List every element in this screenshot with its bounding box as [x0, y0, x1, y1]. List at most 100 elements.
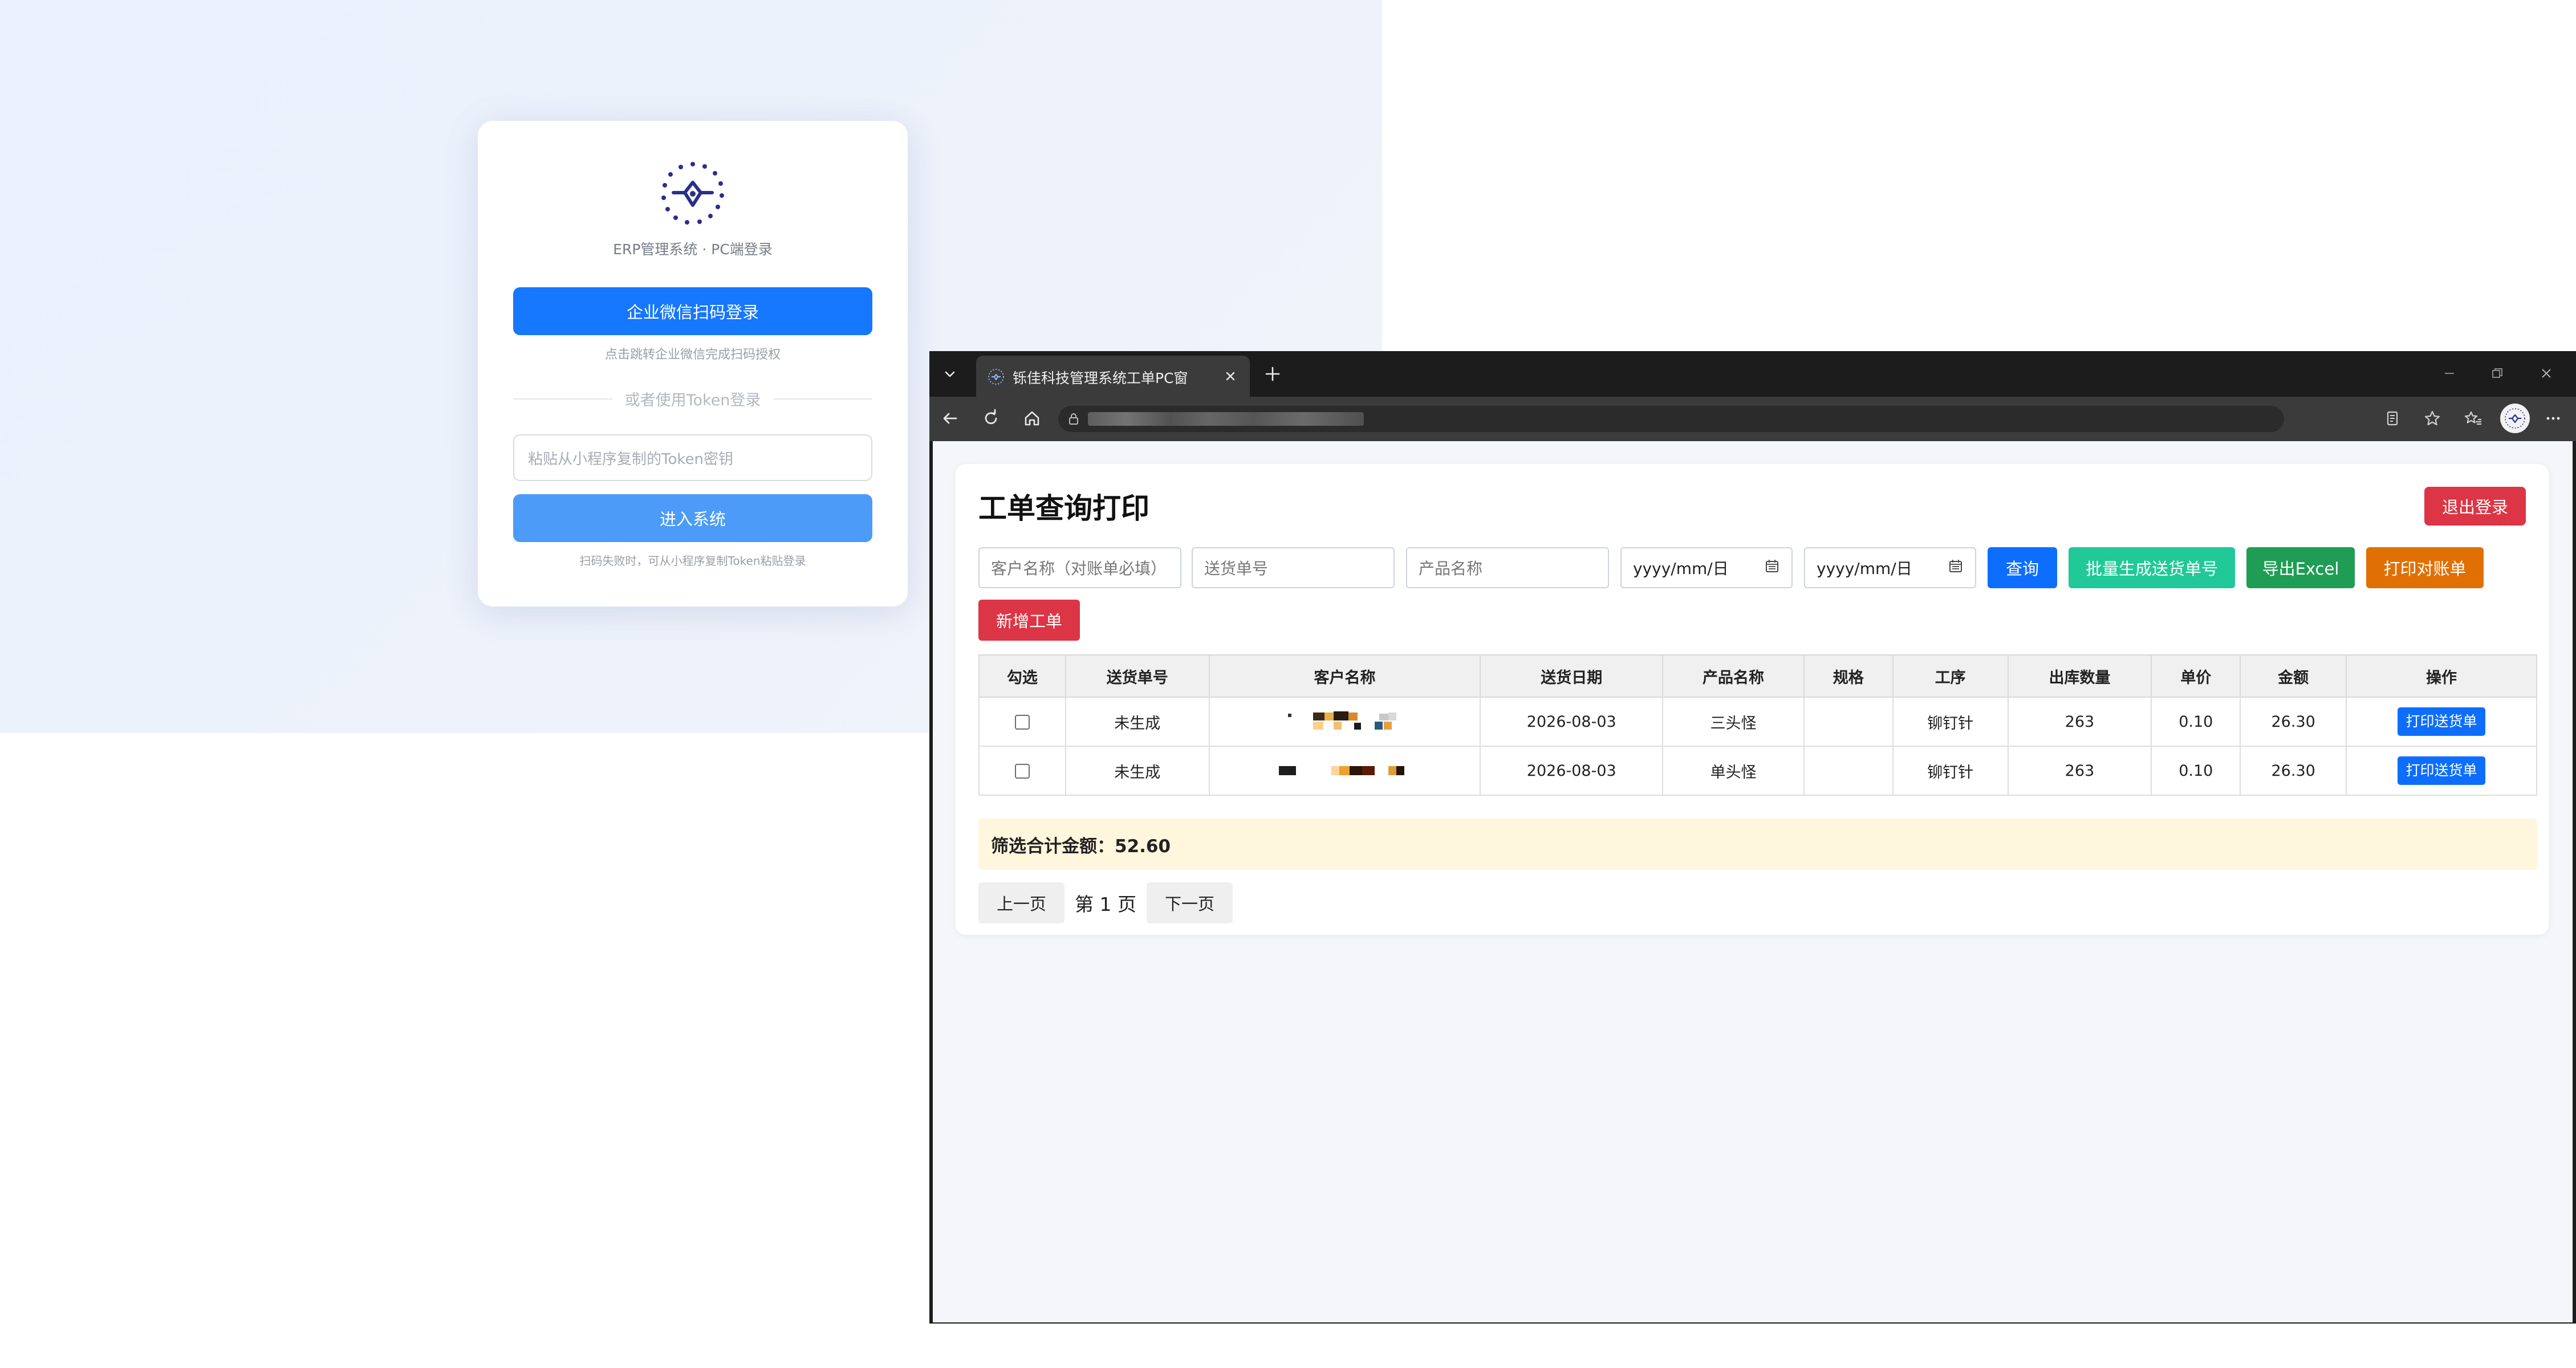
- date-from-value: yyyy/mm/日: [1633, 559, 1729, 578]
- table-header-row: 勾选 送货单号 客户名称 送货日期 产品名称 规格 工序 出库数量 单价 金额 …: [978, 654, 2537, 698]
- minimize-icon[interactable]: [2432, 359, 2467, 388]
- print-delivery-button[interactable]: 打印送货单: [2398, 756, 2486, 785]
- print-delivery-button[interactable]: 打印送货单: [2398, 707, 2486, 736]
- action-cell: 打印送货单: [2346, 746, 2537, 796]
- customer-name-redacted: [1277, 759, 1413, 782]
- browser-tab[interactable]: 铄佳科技管理系统工单PC窗: [976, 356, 1250, 397]
- login-subtitle: ERP管理系统 · PC端登录: [613, 241, 773, 258]
- more-icon[interactable]: [2538, 404, 2568, 433]
- home-icon[interactable]: [1017, 404, 1047, 433]
- lock-icon[interactable]: [1066, 412, 1081, 426]
- chevron-down-icon[interactable]: [935, 359, 965, 389]
- date-to-value: yyyy/mm/日: [1817, 559, 1912, 578]
- login-divider: 或者使用Token登录: [513, 388, 873, 410]
- product-name-cell: 单头怪: [1662, 746, 1805, 796]
- quantity-cell: 263: [2007, 746, 2152, 796]
- pagination: 上一页 第 1 页 下一页: [978, 882, 1233, 923]
- calendar-icon[interactable]: [1948, 558, 1964, 578]
- browser-window: 铄佳科技管理系统工单PC窗 工单查询打印 退出登录 客户名称（对账单必填） 送货…: [929, 351, 2576, 1324]
- delivery-no-cell: 未生成: [1064, 697, 1210, 747]
- address-url-redacted: [1088, 412, 1364, 426]
- filtered-total-amount: 筛选合计金额：52.60: [978, 819, 2537, 870]
- divider-line-right: [773, 398, 873, 400]
- delivery-date-cell: 2026-08-03: [1480, 697, 1664, 747]
- column-header: 工序: [1892, 654, 2009, 698]
- star-icon[interactable]: [2417, 404, 2447, 433]
- tab-title: 铄佳科技管理系统工单PC窗: [1013, 370, 1188, 386]
- close-icon[interactable]: [1220, 366, 1241, 386]
- wecom-hint: 点击跳转企业微信完成扫码授权: [604, 348, 781, 362]
- token-input[interactable]: 粘贴从小程序复制的Token密钥: [513, 434, 872, 481]
- customer-name-redacted: [1277, 710, 1413, 733]
- page-title: 工单查询打印: [978, 492, 1149, 525]
- row-checkbox[interactable]: [1014, 764, 1030, 779]
- wecom-scan-login-button[interactable]: 企业微信扫码登录: [513, 287, 872, 335]
- quantity-cell: 263: [2007, 697, 2152, 747]
- table-row: 未生成: [978, 697, 2537, 747]
- tab-bar: 铄佳科技管理系统工单PC窗: [929, 351, 2576, 397]
- window-close-icon[interactable]: [2529, 359, 2563, 388]
- column-header: 操作: [2346, 654, 2537, 698]
- favorites-icon[interactable]: [2459, 404, 2488, 433]
- amount-cell: 26.30: [2240, 746, 2347, 796]
- divider-line-left: [513, 398, 612, 400]
- login-card: ERP管理系统 · PC端登录 企业微信扫码登录 点击跳转企业微信完成扫码授权 …: [478, 121, 908, 606]
- profile-avatar[interactable]: [2500, 404, 2530, 433]
- print-statement-button[interactable]: 打印对账单: [2366, 547, 2484, 588]
- delivery-number-input[interactable]: 送货单号: [1192, 547, 1395, 588]
- reload-icon[interactable]: [976, 404, 1006, 433]
- address-bar[interactable]: [1058, 406, 2284, 432]
- tab-favicon-icon: [988, 368, 1005, 385]
- reading-mode-icon[interactable]: [2378, 404, 2407, 433]
- action-cell: 打印送货单: [2346, 697, 2537, 747]
- calendar-icon[interactable]: [1764, 558, 1780, 578]
- select-cell: [978, 697, 1066, 747]
- product-name-cell: 三头怪: [1662, 697, 1805, 747]
- column-header: 产品名称: [1662, 654, 1805, 698]
- amount-cell: 26.30: [2240, 697, 2347, 747]
- new-order-button[interactable]: 新增工单: [978, 600, 1080, 641]
- product-name-input[interactable]: 产品名称: [1406, 547, 1609, 588]
- plus-icon[interactable]: [1260, 361, 1285, 386]
- current-page-label: 第 1 页: [1075, 893, 1136, 915]
- date-to-input[interactable]: yyyy/mm/日: [1804, 547, 1976, 588]
- spec-cell: [1803, 746, 1894, 796]
- select-cell: [978, 746, 1066, 796]
- orders-table: 勾选 送货单号 客户名称 送货日期 产品名称 规格 工序 出库数量 单价 金额 …: [978, 654, 2537, 796]
- query-button[interactable]: 查询: [1988, 547, 2057, 588]
- batch-generate-delivery-button[interactable]: 批量生成送货单号: [2069, 547, 2235, 588]
- delivery-no-cell: 未生成: [1064, 746, 1210, 796]
- spec-cell: [1803, 697, 1894, 747]
- column-header: 送货单号: [1064, 654, 1210, 698]
- prev-page-button[interactable]: 上一页: [978, 882, 1065, 923]
- unit-price-cell: 0.10: [2151, 697, 2241, 747]
- page-viewport: 工单查询打印 退出登录 客户名称（对账单必填） 送货单号 产品名称 yyyy/m…: [933, 441, 2573, 1322]
- customer-name-input[interactable]: 客户名称（对账单必填）: [978, 547, 1181, 588]
- process-cell: 铆钉针: [1892, 697, 2009, 747]
- customer-cell: [1208, 746, 1481, 796]
- table-row: 未生成: [978, 746, 2537, 796]
- column-header: 勾选: [978, 654, 1066, 698]
- column-header: 送货日期: [1480, 654, 1664, 698]
- divider-text: 或者使用Token登录: [624, 392, 761, 409]
- date-from-input[interactable]: yyyy/mm/日: [1620, 547, 1793, 588]
- browser-toolbar: [929, 397, 2576, 441]
- enter-system-button[interactable]: 进入系统: [513, 494, 872, 542]
- unit-price-cell: 0.10: [2151, 746, 2241, 796]
- process-cell: 铆钉针: [1892, 746, 2009, 796]
- arrow-left-icon[interactable]: [935, 404, 965, 433]
- export-excel-button[interactable]: 导出Excel: [2246, 547, 2355, 588]
- next-page-button[interactable]: 下一页: [1147, 882, 1233, 923]
- logout-button[interactable]: 退出登录: [2424, 487, 2526, 526]
- column-header: 单价: [2151, 654, 2241, 698]
- delivery-date-cell: 2026-08-03: [1480, 746, 1664, 796]
- erp-logo-icon: [656, 157, 729, 230]
- column-header: 金额: [2240, 654, 2347, 698]
- fallback-hint: 扫码失败时，可从小程序复制Token粘贴登录: [579, 554, 806, 568]
- column-header: 出库数量: [2007, 654, 2152, 698]
- row-checkbox[interactable]: [1014, 715, 1030, 730]
- restore-icon[interactable]: [2480, 359, 2514, 388]
- customer-cell: [1208, 697, 1481, 747]
- column-header: 客户名称: [1208, 654, 1481, 698]
- work-order-panel: 工单查询打印 退出登录 客户名称（对账单必填） 送货单号 产品名称 yyyy/m…: [956, 464, 2549, 935]
